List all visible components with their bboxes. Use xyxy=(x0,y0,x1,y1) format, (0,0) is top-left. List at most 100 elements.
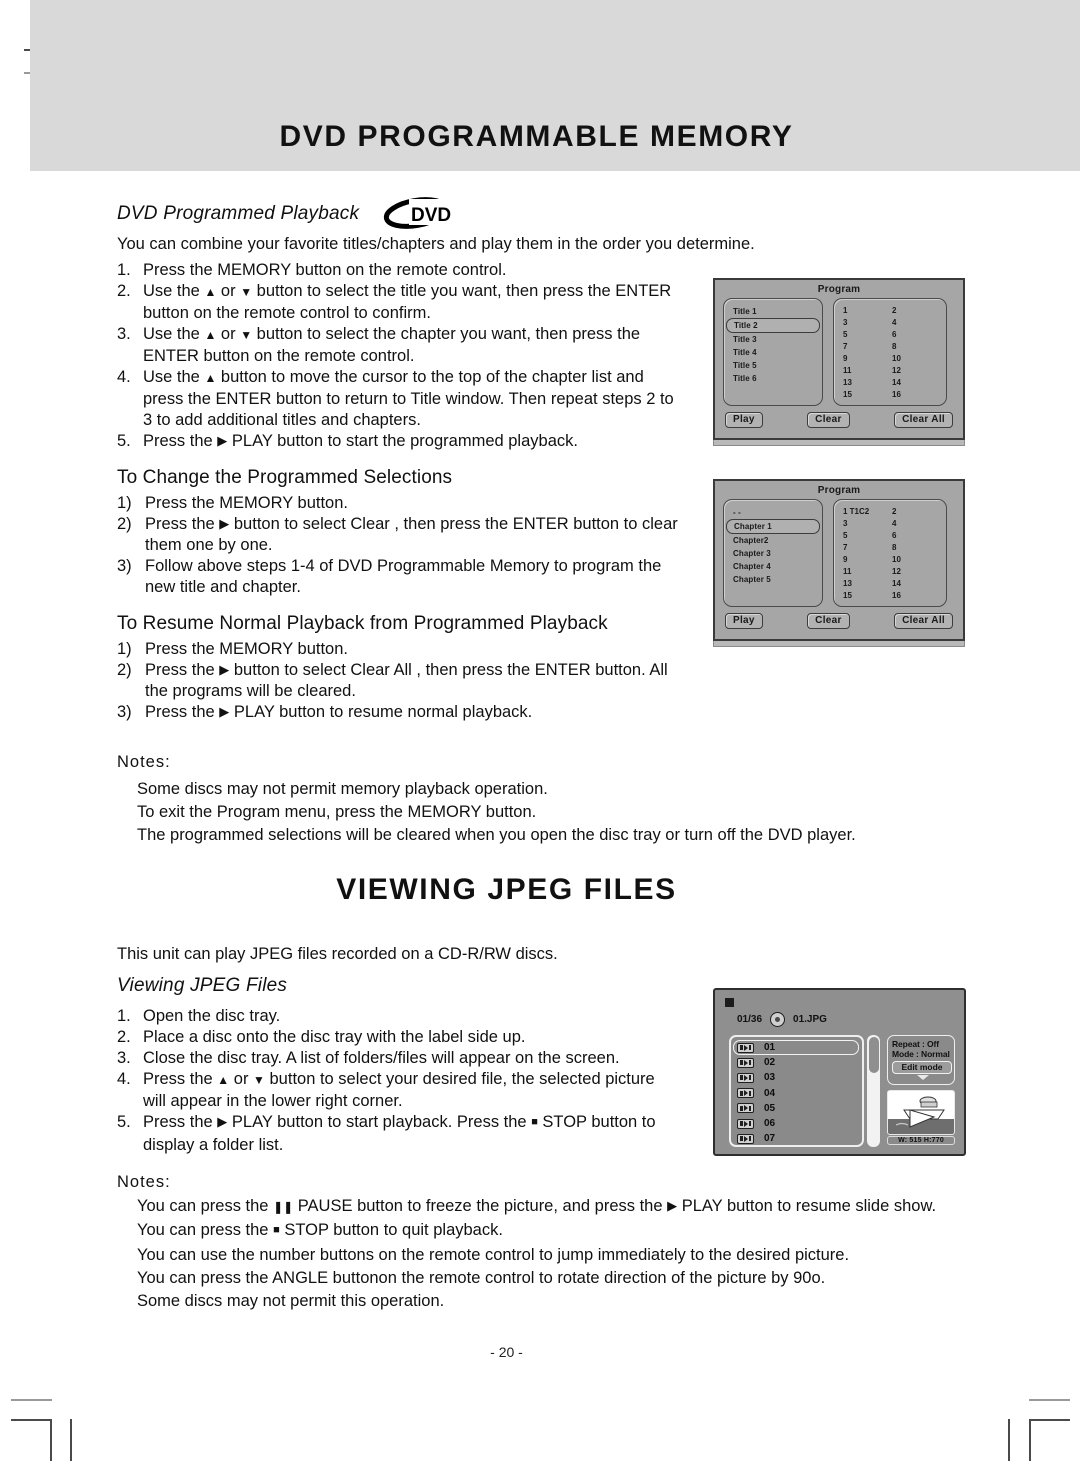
mode-setting[interactable]: Mode : Normal xyxy=(892,1049,954,1059)
slot-row[interactable]: 13 14 xyxy=(834,376,946,388)
list-item[interactable]: Title 3 xyxy=(724,333,822,346)
slot-row[interactable]: 34 xyxy=(834,517,946,529)
slot-cell[interactable]: 5 xyxy=(834,330,892,339)
slot-cell[interactable]: 9 xyxy=(834,354,892,363)
slot-row[interactable]: 9 10 xyxy=(834,553,946,565)
slot-cell[interactable]: 7 xyxy=(834,342,892,351)
image-file-icon xyxy=(737,1088,754,1099)
slot-cell[interactable]: 11 xyxy=(834,567,892,576)
slot-row[interactable]: 11 12 xyxy=(834,364,946,376)
osd-program-slots[interactable]: 12 34 56 78 9 10 11 12 13 14 15 16 xyxy=(833,298,947,406)
edit-mode-button[interactable]: Edit mode xyxy=(892,1061,952,1074)
slot-cell[interactable]: 8 xyxy=(892,543,942,552)
step-text: Use the ▲ or ▼ button to select the chap… xyxy=(143,324,677,367)
slot-row[interactable]: 78 xyxy=(834,340,946,352)
slot-cell[interactable]: 4 xyxy=(892,318,942,327)
play-button[interactable]: Play xyxy=(725,613,763,629)
slot-cell[interactable]: 16 xyxy=(892,591,942,600)
play-icon: ▶ xyxy=(217,433,228,448)
list-item[interactable]: Chapter 5 xyxy=(724,573,822,586)
clear-all-button[interactable]: Clear All xyxy=(894,412,953,428)
jpeg-steps-list: 1. Open the disc tray. 2. Place a disc o… xyxy=(117,1006,682,1156)
list-item[interactable]: - - xyxy=(724,506,822,519)
list-item[interactable]: Title 4 xyxy=(724,346,822,359)
step-text: Press the ▶ PLAY button to resume normal… xyxy=(145,702,687,723)
slot-row[interactable]: 34 xyxy=(834,316,946,328)
slot-row[interactable]: 56 xyxy=(834,328,946,340)
slot-row[interactable]: 13 14 xyxy=(834,577,946,589)
list-item[interactable]: Title 5 xyxy=(724,359,822,372)
list-item-selected[interactable]: Chapter 1 xyxy=(726,519,820,534)
slot-row[interactable]: 15 16 xyxy=(834,589,946,601)
list-item-selected[interactable]: Title 2 xyxy=(726,318,820,333)
page-number: - 20 - xyxy=(490,1344,523,1360)
slot-cell[interactable]: 10 xyxy=(892,354,942,363)
clear-button[interactable]: Clear xyxy=(807,412,850,428)
repeat-setting[interactable]: Repeat : Off xyxy=(892,1039,954,1049)
slot-cell[interactable]: 13 xyxy=(834,378,892,387)
slot-cell[interactable]: 4 xyxy=(892,519,942,528)
clear-all-button[interactable]: Clear All xyxy=(894,613,953,629)
slot-cell[interactable]: 6 xyxy=(892,330,942,339)
slot-cell[interactable]: 16 xyxy=(892,390,942,399)
play-icon: ▶ xyxy=(217,1114,228,1129)
list-item[interactable]: 03 xyxy=(731,1070,862,1085)
slot-row[interactable]: 11 12 xyxy=(834,565,946,577)
list-item[interactable]: Title 6 xyxy=(724,372,822,385)
slot-cell[interactable]: 1 xyxy=(834,306,892,315)
slot-row[interactable]: 56 xyxy=(834,529,946,541)
slot-cell[interactable]: 6 xyxy=(892,531,942,540)
list-item[interactable]: Chapter 4 xyxy=(724,560,822,573)
slot-cell[interactable]: 14 xyxy=(892,579,942,588)
up-arrow-icon: ▲ xyxy=(217,1073,230,1087)
clear-button[interactable]: Clear xyxy=(807,613,850,629)
slot-cell[interactable]: 15 xyxy=(834,390,892,399)
slot-row[interactable]: 9 10 xyxy=(834,352,946,364)
slot-row[interactable]: 78 xyxy=(834,541,946,553)
osd-chapter-list[interactable]: - - Chapter 1 Chapter2 Chapter 3 Chapter… xyxy=(723,499,823,607)
file-label: 05 xyxy=(764,1102,776,1114)
slot-cell[interactable]: 3 xyxy=(834,318,892,327)
slot-cell[interactable]: 1 T1C2 xyxy=(834,507,892,516)
slot-cell[interactable]: 3 xyxy=(834,519,892,528)
list-item[interactable]: Chapter 3 xyxy=(724,547,822,560)
slot-cell[interactable]: 13 xyxy=(834,579,892,588)
list-item[interactable]: Title 1 xyxy=(724,305,822,318)
slot-cell[interactable]: 15 xyxy=(834,591,892,600)
up-arrow-icon: ▲ xyxy=(204,328,217,342)
list-item[interactable]: 06 xyxy=(731,1116,862,1131)
slot-cell[interactable]: 2 xyxy=(892,306,942,315)
slot-row[interactable]: 1 T1C2 2 xyxy=(834,505,946,517)
slot-cell[interactable]: 9 xyxy=(834,555,892,564)
slot-cell[interactable]: 11 xyxy=(834,366,892,375)
slot-cell[interactable]: 5 xyxy=(834,531,892,540)
list-item[interactable]: Chapter2 xyxy=(724,534,822,547)
list-item[interactable]: 04 xyxy=(731,1086,862,1101)
slot-cell[interactable]: 2 xyxy=(892,507,942,516)
osd-program-slots[interactable]: 1 T1C2 2 34 56 78 9 10 11 12 13 14 15 16 xyxy=(833,499,947,607)
subhead-viewing-jpeg-files: Viewing JPEG Files xyxy=(117,975,288,996)
list-item-selected[interactable]: 01 xyxy=(733,1040,859,1056)
jpeg-file-list[interactable]: 01 02 03 04 05 06 07 xyxy=(729,1035,864,1147)
step-number: 5. xyxy=(117,1113,131,1131)
up-arrow-icon: ▲ xyxy=(204,371,217,385)
list-item[interactable]: 07 xyxy=(731,1131,862,1145)
slot-cell[interactable]: 12 xyxy=(892,567,942,576)
slot-cell[interactable]: 12 xyxy=(892,366,942,375)
list-item[interactable]: 05 xyxy=(731,1101,862,1116)
slot-row[interactable]: 12 xyxy=(834,304,946,316)
osd-title-list[interactable]: Title 1 Title 2 Title 3 Title 4 Title 5 … xyxy=(723,298,823,406)
step-number: 2. xyxy=(117,1028,131,1046)
scrollbar-thumb[interactable] xyxy=(868,1037,879,1073)
slot-cell[interactable]: 10 xyxy=(892,555,942,564)
step-text: Close the disc tray. A list of folders/f… xyxy=(143,1049,620,1067)
note-text-a: You can press the xyxy=(137,1221,274,1239)
note-item: The programmed selections will be cleare… xyxy=(137,826,856,844)
play-button[interactable]: Play xyxy=(725,412,763,428)
slot-cell[interactable]: 7 xyxy=(834,543,892,552)
slot-cell[interactable]: 14 xyxy=(892,378,942,387)
list-item[interactable]: 02 xyxy=(731,1055,862,1070)
slot-row[interactable]: 15 16 xyxy=(834,388,946,400)
scrollbar[interactable] xyxy=(867,1035,880,1147)
slot-cell[interactable]: 8 xyxy=(892,342,942,351)
